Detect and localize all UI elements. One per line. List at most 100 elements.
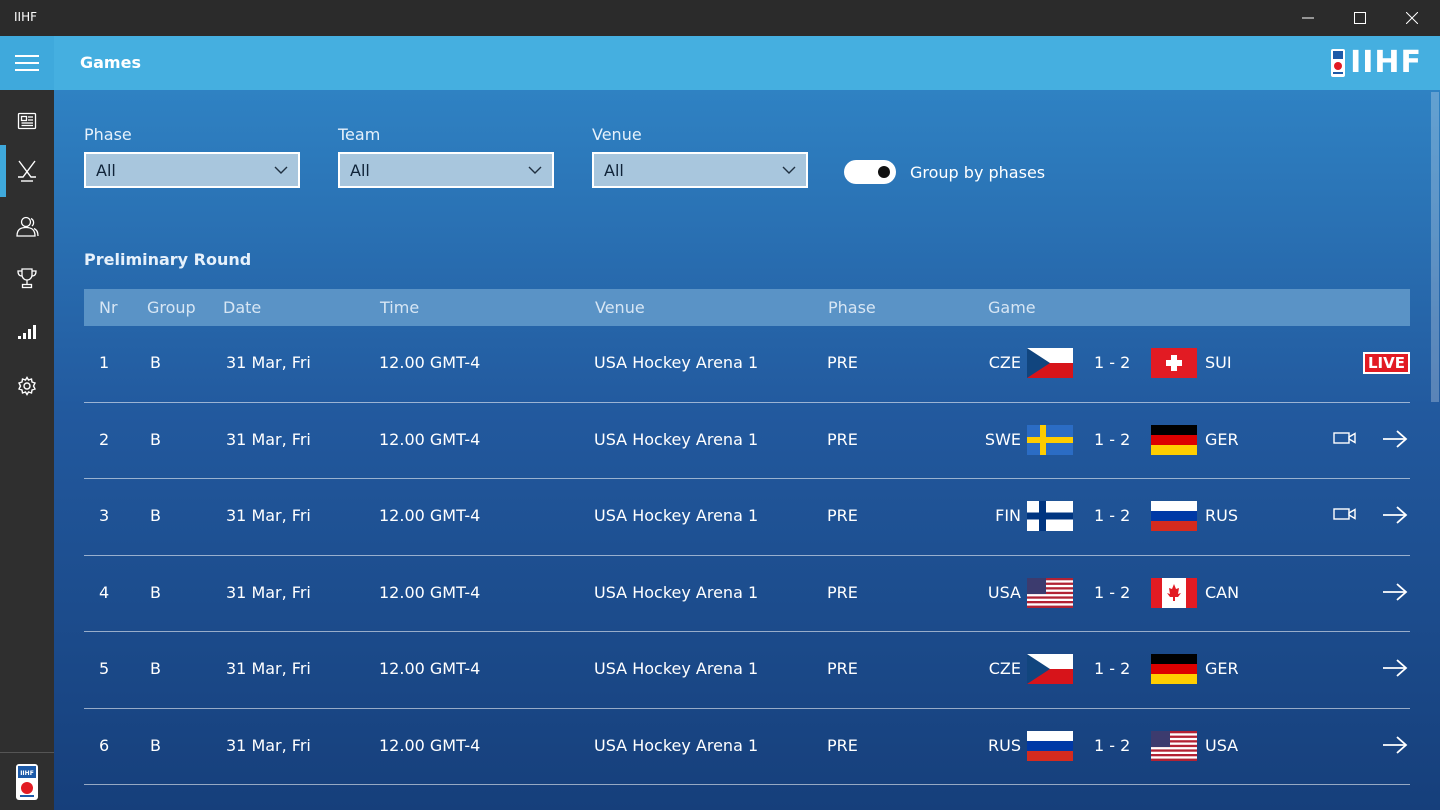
news-icon xyxy=(17,112,37,130)
cell-phase: PRE xyxy=(827,659,858,678)
cell-nr: 2 xyxy=(99,429,110,449)
table-row[interactable]: 1 B 31 Mar, Fri 12.00 GMT-4 USA Hockey A… xyxy=(84,326,1410,403)
hockey-sticks-icon xyxy=(18,160,36,182)
team-select-value: All xyxy=(350,161,370,180)
home-team-code: CZE xyxy=(988,353,1021,372)
video-icon[interactable] xyxy=(1333,506,1357,522)
flag-ger-icon xyxy=(1151,424,1197,455)
minimize-button[interactable] xyxy=(1282,0,1334,36)
cell-score: 1 - 2 xyxy=(1094,353,1131,372)
iihf-badge-icon: IIHF xyxy=(16,763,38,800)
cell-score: 1 - 2 xyxy=(1094,582,1131,602)
minimize-icon xyxy=(1302,17,1314,19)
team-select[interactable]: All xyxy=(338,152,554,188)
col-header-group: Group xyxy=(147,298,196,317)
cell-venue: USA Hockey Arena 1 xyxy=(594,582,759,602)
arrow-right-icon[interactable] xyxy=(1382,429,1408,448)
sidebar-item-games[interactable] xyxy=(0,145,54,197)
col-header-game: Game xyxy=(988,298,1036,317)
arrow-right-icon[interactable] xyxy=(1382,582,1408,601)
table-row[interactable]: 2 B 31 Mar, Fri 12.00 GMT-4 USA Hockey A… xyxy=(84,403,1410,479)
cell-venue: USA Hockey Arena 1 xyxy=(594,506,759,525)
live-badge: LIVE xyxy=(1363,352,1410,374)
chevron-down-icon xyxy=(274,166,288,174)
cell-nr: 5 xyxy=(99,659,110,678)
arrow-right-icon[interactable] xyxy=(1382,659,1408,677)
cell-venue: USA Hockey Arena 1 xyxy=(594,429,759,449)
venue-filter-label: Venue xyxy=(592,125,642,144)
cell-time: 12.00 GMT-4 xyxy=(379,506,481,525)
close-button[interactable] xyxy=(1386,0,1438,36)
arrow-right-icon[interactable] xyxy=(1382,506,1408,524)
cell-phase: PRE xyxy=(827,506,858,525)
cell-date: 31 Mar, Fri xyxy=(226,353,311,372)
flag-cze-icon xyxy=(1027,654,1073,684)
arrow-right-icon[interactable] xyxy=(1382,735,1408,754)
venue-select[interactable]: All xyxy=(592,152,808,188)
group-by-phases: Group by phases xyxy=(844,160,1045,184)
scrollbar[interactable] xyxy=(1430,90,1440,810)
cell-nr: 1 xyxy=(99,353,110,372)
players-icon xyxy=(16,216,39,237)
cell-nr: 6 xyxy=(99,735,110,755)
flag-usa-icon xyxy=(1151,730,1197,761)
cell-time: 12.00 GMT-4 xyxy=(379,429,481,449)
hamburger-button[interactable] xyxy=(0,36,54,90)
sidebar: IIHF xyxy=(0,36,54,810)
cell-score: 1 - 2 xyxy=(1094,429,1131,449)
flag-rus-icon xyxy=(1151,501,1197,531)
home-team-code: USA xyxy=(987,582,1021,602)
away-team-code: SUI xyxy=(1205,353,1232,372)
stats-icon xyxy=(18,325,36,339)
cell-phase: PRE xyxy=(827,429,858,449)
cell-date: 31 Mar, Fri xyxy=(226,506,311,525)
sidebar-item-news[interactable] xyxy=(0,95,54,147)
iihf-logo-text: IIHF xyxy=(1350,45,1422,80)
sidebar-item-settings[interactable] xyxy=(0,360,54,412)
flag-fin-icon xyxy=(1027,501,1073,531)
section-title: Preliminary Round xyxy=(84,250,252,269)
table-row[interactable]: 5 B 31 Mar, Fri 12.00 GMT-4 USA Hockey A… xyxy=(84,632,1410,709)
table-row[interactable]: 3 B 31 Mar, Fri 12.00 GMT-4 USA Hockey A… xyxy=(84,479,1410,556)
svg-text:IIHF: IIHF xyxy=(20,770,34,777)
sidebar-item-stats[interactable] xyxy=(0,306,54,358)
flag-swe-icon xyxy=(1027,424,1073,455)
flag-rus-icon xyxy=(1027,730,1073,761)
flag-ger-icon xyxy=(1151,654,1197,684)
cell-date: 31 Mar, Fri xyxy=(226,735,311,755)
phase-select[interactable]: All xyxy=(84,152,300,188)
maximize-button[interactable] xyxy=(1334,0,1386,36)
cell-time: 12.00 GMT-4 xyxy=(379,659,481,678)
sidebar-item-standings[interactable] xyxy=(0,252,54,304)
cell-time: 12.00 GMT-4 xyxy=(379,735,481,755)
table-header: Nr Group Date Time Venue Phase Game xyxy=(84,289,1410,326)
cell-time: 12.00 GMT-4 xyxy=(379,353,481,372)
iihf-logo-icon xyxy=(1331,49,1346,77)
col-header-venue: Venue xyxy=(595,298,645,317)
cell-time: 12.00 GMT-4 xyxy=(379,582,481,602)
main-content: Phase All Team All Venue All Group by ph… xyxy=(54,90,1440,810)
app-header: Games IIHF xyxy=(54,36,1440,90)
cell-group: B xyxy=(150,506,161,525)
scrollbar-thumb[interactable] xyxy=(1431,92,1439,402)
flag-cze-icon xyxy=(1027,348,1073,378)
iihf-logo: IIHF xyxy=(1330,46,1422,80)
cell-score: 1 - 2 xyxy=(1094,659,1131,678)
table-row[interactable]: 4 B 31 Mar, Fri 12.00 GMT-4 USA Hockey A… xyxy=(84,556,1410,632)
cell-phase: PRE xyxy=(827,735,858,755)
cell-phase: PRE xyxy=(827,582,858,602)
cell-date: 31 Mar, Fri xyxy=(226,582,311,602)
chevron-down-icon xyxy=(782,166,796,174)
group-by-phases-toggle[interactable] xyxy=(844,160,896,184)
video-icon[interactable] xyxy=(1333,430,1357,446)
cell-date: 31 Mar, Fri xyxy=(226,659,311,678)
col-header-phase: Phase xyxy=(828,298,876,317)
close-icon xyxy=(1406,12,1418,24)
cell-score: 1 - 2 xyxy=(1094,506,1131,525)
team-filter-label: Team xyxy=(338,125,381,144)
sidebar-item-players[interactable] xyxy=(0,200,54,252)
games-table: Nr Group Date Time Venue Phase Game 1 B … xyxy=(84,289,1410,785)
settings-icon xyxy=(18,376,36,396)
table-row[interactable]: 6 B 31 Mar, Fri 12.00 GMT-4 USA Hockey A… xyxy=(84,709,1410,785)
venue-filter: Venue All xyxy=(592,125,808,188)
